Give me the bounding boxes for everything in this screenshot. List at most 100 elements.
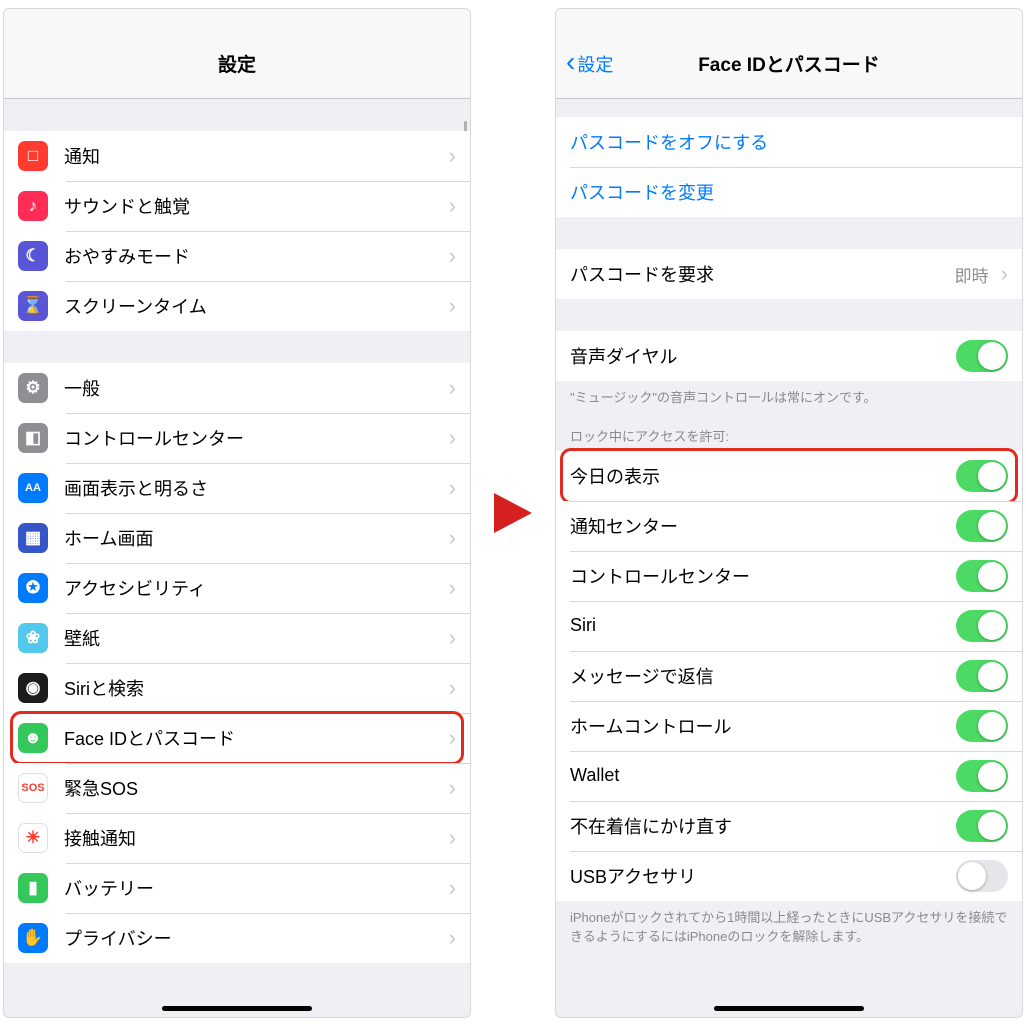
home-indicator[interactable]	[162, 1006, 312, 1011]
row-label: コントロールセンター	[64, 425, 244, 451]
faceid-passcode-screen: ‹ 設定 Face IDとパスコード パスコードをオフにするパスコードを変更 パ…	[555, 8, 1023, 1018]
settings-row-screentime[interactable]: ⌛スクリーンタイム›	[4, 281, 470, 331]
chevron-right-icon: ›	[449, 143, 456, 169]
chevron-right-icon: ›	[449, 293, 456, 319]
settings-row-privacy[interactable]: ✋ プライバシー ›	[4, 913, 470, 963]
sos-icon: SOS	[18, 773, 48, 803]
toggle-wallet[interactable]	[956, 760, 1008, 792]
back-button[interactable]: ‹ 設定	[566, 29, 613, 98]
settings-group: □通知›♪サウンドと触覚›☾おやすみモード›⌛スクリーンタイム›	[4, 131, 470, 331]
row-label: バッテリー	[64, 875, 154, 901]
row-label: 通知	[64, 143, 100, 169]
navbar: 設定	[4, 29, 470, 99]
settings-row-display[interactable]: AA 画面表示と明るさ ›	[4, 463, 470, 513]
settings-row-home[interactable]: ▦ホーム画面›	[4, 513, 470, 563]
row-label: メッセージで返信	[570, 663, 714, 689]
chevron-left-icon: ‹	[566, 48, 575, 76]
row-label: Siri	[570, 615, 596, 636]
toggle-controlcenter[interactable]	[956, 560, 1008, 592]
require-passcode-row[interactable]: パスコードを要求 即時 ›	[556, 249, 1022, 299]
settings-screen: 設定 □通知›♪サウンドと触覚›☾おやすみモード›⌛スクリーンタイム› ⚙一般›…	[3, 8, 471, 1018]
step-arrow	[489, 489, 537, 537]
voice-dial-note: "ミュージック"の音声コントロールは常にオンです。	[556, 381, 1022, 408]
group-gap	[556, 217, 1022, 249]
row-label: ホーム画面	[64, 525, 153, 551]
settings-row-general[interactable]: ⚙一般›	[4, 363, 470, 413]
row-label: 画面表示と明るさ	[64, 475, 208, 501]
settings-row-controlcenter[interactable]: ◧ コントロールセンター ›	[4, 413, 470, 463]
chevron-right-icon: ›	[449, 625, 456, 651]
general-icon: ⚙	[18, 373, 48, 403]
settings-row-faceid[interactable]: ☻Face IDとパスコード›	[4, 713, 470, 763]
row-label: ホームコントロール	[570, 713, 731, 739]
lock-row-today: 今日の表示	[556, 451, 1022, 501]
settings-row-accessibility[interactable]: ✪ アクセシビリティ ›	[4, 563, 470, 613]
settings-row-sos[interactable]: SOS緊急SOS›	[4, 763, 470, 813]
chevron-right-icon: ›	[449, 575, 456, 601]
passcode-actions: パスコードをオフにするパスコードを変更	[556, 117, 1022, 217]
toggle-today[interactable]	[956, 460, 1008, 492]
group-gap	[556, 99, 1022, 117]
status-bar	[4, 9, 470, 29]
toggle-voice-dial[interactable]	[956, 340, 1008, 372]
faceid-icon: ☻	[18, 723, 48, 753]
chevron-right-icon: ›	[449, 875, 456, 901]
row-label: パスコードを要求	[570, 261, 714, 287]
row-label: アクセシビリティ	[64, 575, 206, 601]
link-label: パスコードをオフにする	[570, 129, 768, 155]
chevron-right-icon: ›	[1001, 261, 1008, 287]
siri-icon: ◉	[18, 673, 48, 703]
row-label: コントロールセンター	[570, 563, 750, 589]
group-gap	[556, 299, 1022, 331]
row-label: 音声ダイヤル	[570, 343, 677, 369]
link-row-turnoff[interactable]: パスコードをオフにする	[556, 117, 1022, 167]
row-label: 接触通知	[64, 825, 136, 851]
lock-row-wallet: Wallet	[556, 751, 1022, 801]
settings-group: ⚙一般›◧コントロールセンター›AA画面表示と明るさ›▦ホーム画面›✪アクセシビ…	[4, 363, 470, 963]
row-label: 緊急SOS	[64, 775, 138, 801]
group-gap	[4, 331, 470, 363]
group-gap	[4, 99, 470, 131]
settings-row-dnd[interactable]: ☾おやすみモード›	[4, 231, 470, 281]
chevron-right-icon: ›	[449, 725, 456, 751]
settings-row-siri[interactable]: ◉Siriと検索›	[4, 663, 470, 713]
toggle-siri[interactable]	[956, 610, 1008, 642]
toggle-callback[interactable]	[956, 810, 1008, 842]
back-label: 設定	[577, 51, 613, 77]
chevron-right-icon: ›	[449, 193, 456, 219]
lock-row-homecontrol: ホームコントロール	[556, 701, 1022, 751]
settings-row-sounds[interactable]: ♪サウンドと触覚›	[4, 181, 470, 231]
chevron-right-icon: ›	[449, 675, 456, 701]
toggle-reply[interactable]	[956, 660, 1008, 692]
lock-row-reply: メッセージで返信	[556, 651, 1022, 701]
chevron-right-icon: ›	[449, 525, 456, 551]
row-label: プライバシー	[64, 925, 172, 951]
page-title: 設定	[218, 50, 256, 77]
chevron-right-icon: ›	[449, 425, 456, 451]
row-label: スクリーンタイム	[64, 293, 207, 319]
toggle-homecontrol[interactable]	[956, 710, 1008, 742]
toggle-usb[interactable]	[956, 860, 1008, 892]
notifications-icon: □	[18, 141, 48, 171]
toggle-notifcenter[interactable]	[956, 510, 1008, 542]
settings-row-exposure[interactable]: ☀接触通知›	[4, 813, 470, 863]
accessibility-icon: ✪	[18, 573, 48, 603]
row-label: 今日の表示	[570, 463, 660, 489]
wallpaper-icon: ❀	[18, 623, 48, 653]
settings-row-wallpaper[interactable]: ❀壁紙›	[4, 613, 470, 663]
settings-row-battery[interactable]: ▮ バッテリー ›	[4, 863, 470, 913]
lock-row-siri: Siri	[556, 601, 1022, 651]
link-row-change[interactable]: パスコードを変更	[556, 167, 1022, 217]
row-label: Wallet	[570, 765, 619, 786]
display-icon: AA	[18, 473, 48, 503]
battery-icon: ▮	[18, 873, 48, 903]
require-passcode-group: パスコードを要求 即時 ›	[556, 249, 1022, 299]
privacy-icon: ✋	[18, 923, 48, 953]
settings-row-notifications[interactable]: □ 通知 ›	[4, 131, 470, 181]
status-bar	[556, 9, 1022, 29]
lock-access-header: ロック中にアクセスを許可:	[556, 408, 1022, 451]
controlcenter-icon: ◧	[18, 423, 48, 453]
home-indicator[interactable]	[714, 1006, 864, 1011]
chevron-right-icon: ›	[449, 925, 456, 951]
chevron-right-icon: ›	[449, 475, 456, 501]
